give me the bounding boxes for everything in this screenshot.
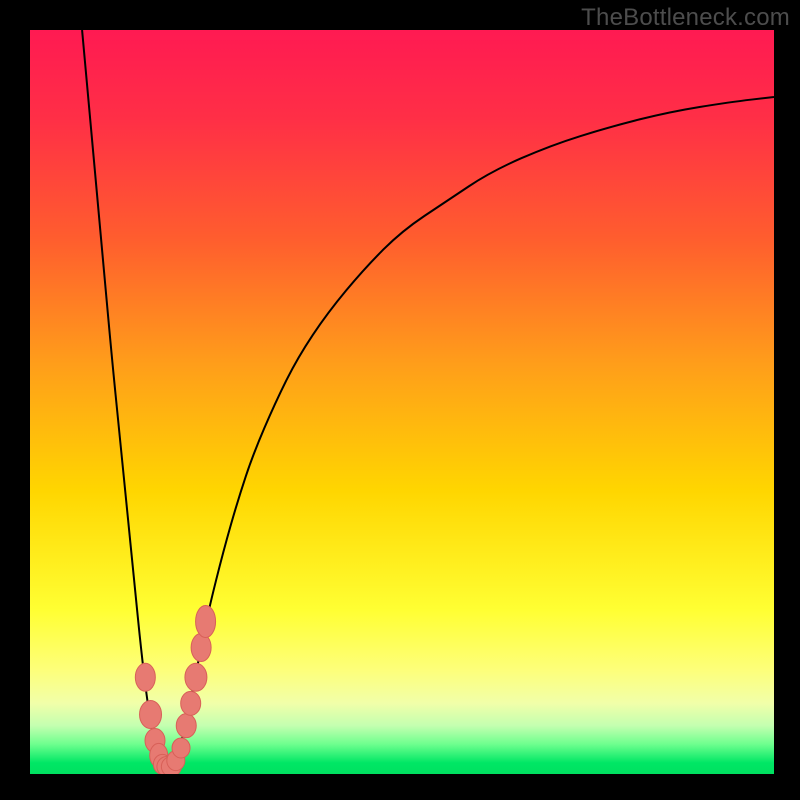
highlight-marker: [176, 714, 196, 738]
highlight-marker: [135, 663, 155, 691]
highlight-marker: [172, 738, 190, 758]
curve-layer: [30, 30, 774, 774]
highlight-marker: [191, 634, 211, 662]
watermark-text: TheBottleneck.com: [581, 4, 790, 32]
highlight-marker: [140, 700, 162, 728]
plot-area: [30, 30, 774, 774]
highlight-marker: [185, 663, 207, 691]
chart-frame: TheBottleneck.com: [0, 0, 800, 800]
highlight-marker: [181, 691, 201, 715]
bottleneck-curve: [82, 30, 774, 767]
highlighted-points: [135, 605, 215, 774]
highlight-marker: [196, 605, 216, 637]
